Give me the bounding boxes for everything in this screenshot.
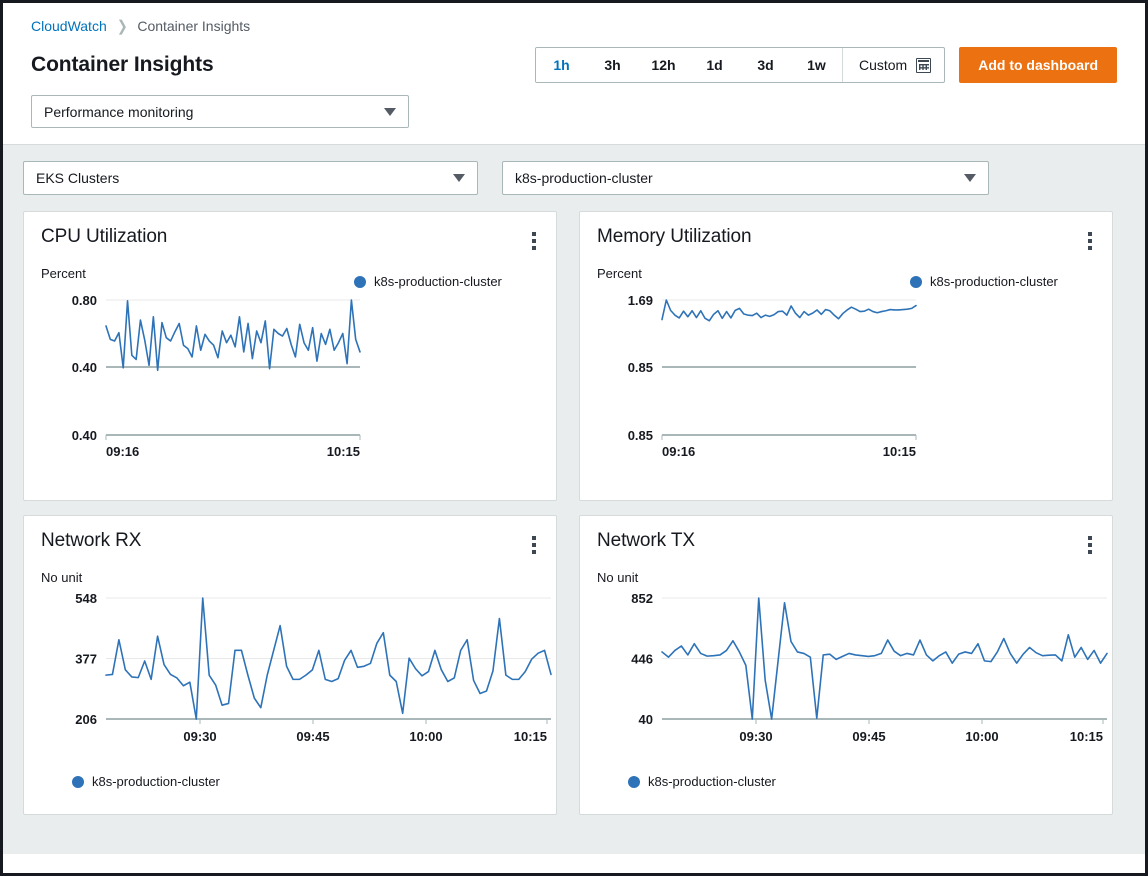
- svg-text:0.85: 0.85: [628, 428, 653, 443]
- svg-text:10:00: 10:00: [409, 729, 442, 744]
- svg-text:10:15: 10:15: [514, 729, 547, 744]
- widget-header: CPU Utilization: [24, 212, 556, 256]
- svg-text:1.69: 1.69: [628, 293, 653, 308]
- chart-legend: k8s-production-cluster: [72, 774, 220, 789]
- legend-color-swatch: [72, 776, 84, 788]
- page-header: CloudWatch ❯ Container Insights Containe…: [3, 3, 1145, 145]
- legend-label: k8s-production-cluster: [92, 774, 220, 789]
- y-axis-unit-label: No unit: [597, 570, 638, 585]
- cpu-line-chart: 0.40 0.80 0.40 09:16 10:15: [24, 284, 558, 484]
- svg-text:09:30: 09:30: [739, 729, 772, 744]
- widget-memory-utilization: Memory Utilization Percent k8s-productio…: [579, 211, 1113, 501]
- widget-header: Network TX: [580, 516, 1112, 560]
- legend-label: k8s-production-cluster: [648, 774, 776, 789]
- time-range-1d[interactable]: 1d: [689, 48, 740, 82]
- widget-header: Memory Utilization: [580, 212, 1112, 256]
- breadcrumb-separator-icon: ❯: [117, 17, 128, 35]
- svg-text:446: 446: [631, 652, 653, 667]
- add-to-dashboard-button[interactable]: Add to dashboard: [959, 47, 1117, 83]
- y-axis-unit-label: Percent: [41, 266, 86, 281]
- page-title: Container Insights: [31, 53, 214, 77]
- widget-header: Network RX: [24, 516, 556, 560]
- widget-menu-button[interactable]: [1084, 226, 1096, 256]
- widget-title: CPU Utilization: [41, 226, 167, 248]
- widget-title: Network RX: [41, 530, 141, 552]
- breadcrumb: CloudWatch ❯ Container Insights: [31, 15, 1117, 37]
- widget-grid: CPU Utilization Percent k8s-production-c…: [23, 211, 1125, 815]
- svg-text:10:15: 10:15: [327, 444, 360, 459]
- title-row: Container Insights 1h 3h 12h 1d 3d 1w Cu…: [31, 47, 1117, 83]
- svg-text:09:16: 09:16: [106, 444, 139, 459]
- network-tx-line-chart: 40 446 852 09:30 09:45 10:00 10:15: [580, 588, 1114, 758]
- time-range-3d[interactable]: 3d: [740, 48, 791, 82]
- svg-text:10:00: 10:00: [965, 729, 998, 744]
- chevron-down-icon: [384, 108, 396, 116]
- time-range-1w[interactable]: 1w: [791, 48, 842, 82]
- widget-menu-button[interactable]: [1084, 530, 1096, 560]
- svg-text:377: 377: [75, 652, 97, 667]
- filter-row: EKS Clusters k8s-production-cluster: [23, 161, 1125, 195]
- chevron-down-icon: [964, 174, 976, 182]
- time-range-custom[interactable]: Custom: [842, 48, 944, 82]
- widget-menu-button[interactable]: [528, 226, 540, 256]
- svg-text:09:16: 09:16: [662, 444, 695, 459]
- custom-label: Custom: [859, 57, 907, 73]
- y-axis-unit-label: Percent: [597, 266, 642, 281]
- monitoring-mode-value: Performance monitoring: [44, 104, 193, 120]
- widget-cpu-utilization: CPU Utilization Percent k8s-production-c…: [23, 211, 557, 501]
- widget-network-rx: Network RX No unit 206 377 548 09:30 09:45 10…: [23, 515, 557, 815]
- svg-text:09:45: 09:45: [852, 729, 885, 744]
- widget-title: Network TX: [597, 530, 695, 552]
- widget-title: Memory Utilization: [597, 226, 751, 248]
- header-controls: 1h 3h 12h 1d 3d 1w Custom Add to dashboa…: [535, 47, 1117, 83]
- network-rx-line-chart: 206 377 548 09:30 09:45 10:00 10:15: [24, 588, 558, 758]
- svg-text:548: 548: [75, 591, 97, 606]
- widget-network-tx: Network TX No unit 40 446 852 09:30 09:45 10:…: [579, 515, 1113, 815]
- container-insights-page: CloudWatch ❯ Container Insights Containe…: [0, 0, 1148, 876]
- svg-text:10:15: 10:15: [1070, 729, 1103, 744]
- svg-text:0.80: 0.80: [72, 293, 97, 308]
- resource-type-select[interactable]: EKS Clusters: [23, 161, 478, 195]
- resource-name-select[interactable]: k8s-production-cluster: [502, 161, 989, 195]
- widget-menu-button[interactable]: [528, 530, 540, 560]
- breadcrumb-link-cloudwatch[interactable]: CloudWatch: [31, 18, 107, 34]
- monitoring-mode-select[interactable]: Performance monitoring: [31, 95, 409, 128]
- svg-text:852: 852: [631, 591, 653, 606]
- svg-text:10:15: 10:15: [883, 444, 916, 459]
- svg-text:0.85: 0.85: [628, 360, 653, 375]
- svg-text:0.40: 0.40: [72, 360, 97, 375]
- y-axis-unit-label: No unit: [41, 570, 82, 585]
- breadcrumb-current-container-insights: Container Insights: [137, 18, 250, 34]
- legend-color-swatch: [628, 776, 640, 788]
- calendar-icon: [916, 58, 931, 73]
- time-range-12h[interactable]: 12h: [638, 48, 689, 82]
- dashboard-body: EKS Clusters k8s-production-cluster CPU …: [3, 145, 1145, 854]
- svg-text:0.40: 0.40: [72, 428, 97, 443]
- resource-type-value: EKS Clusters: [36, 170, 119, 186]
- chevron-down-icon: [453, 174, 465, 182]
- svg-text:206: 206: [75, 712, 97, 727]
- chart-legend: k8s-production-cluster: [628, 774, 776, 789]
- svg-text:40: 40: [639, 712, 653, 727]
- time-range-3h[interactable]: 3h: [587, 48, 638, 82]
- resource-name-value: k8s-production-cluster: [515, 170, 653, 186]
- svg-text:09:45: 09:45: [296, 729, 329, 744]
- svg-text:09:30: 09:30: [183, 729, 216, 744]
- time-range-selector: 1h 3h 12h 1d 3d 1w Custom: [535, 47, 945, 83]
- memory-line-chart: 0.85 1.69 0.85 09:16 10:15: [580, 284, 1114, 484]
- time-range-1h[interactable]: 1h: [536, 48, 587, 82]
